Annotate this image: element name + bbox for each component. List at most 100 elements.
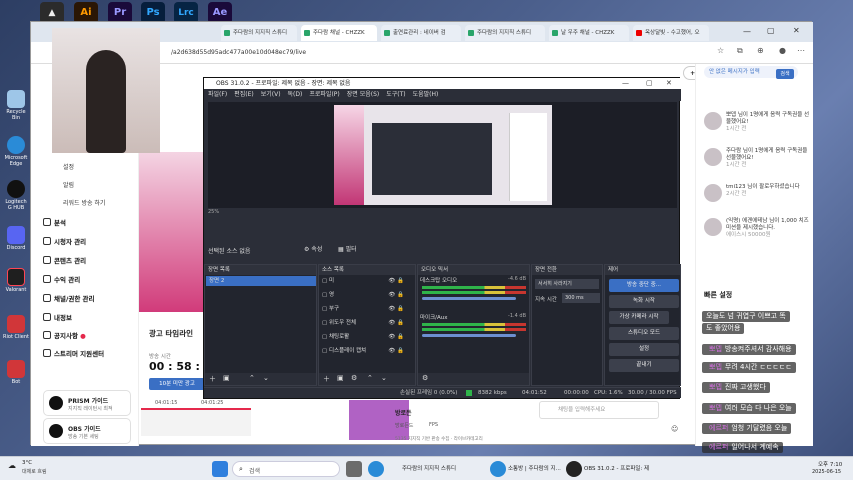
start-icon[interactable] <box>212 461 228 477</box>
menu-help[interactable]: 도움말(H) <box>413 91 439 98</box>
preview-zoom[interactable]: 25% <box>208 209 219 215</box>
menu-my-info[interactable]: 내정보 <box>43 312 72 322</box>
desktop-icon-valorant[interactable]: Valorant <box>3 268 29 293</box>
tab-channel[interactable]: 주다람 채널 - CHZZK <box>301 25 377 41</box>
add-scene-icon[interactable]: ＋ <box>209 374 216 384</box>
desktop-icon-recycle[interactable]: Recycle Bin <box>3 90 29 121</box>
menu-docks[interactable]: 독(D) <box>288 91 303 98</box>
desktop-icon-ghub[interactable]: Logitech G HUB <box>3 180 29 211</box>
scenes-toolbar: ＋ ▣ ⌃ ⌄ <box>205 373 316 385</box>
submenu-reward[interactable]: 리워드 방송 하기 <box>63 198 105 207</box>
emoji-icon[interactable]: ☺ <box>671 425 678 433</box>
profile-icon[interactable]: ● <box>779 46 786 55</box>
search-box[interactable]: ⌕ 검색 <box>232 461 340 477</box>
ad-timeline-track <box>141 408 251 436</box>
tab-naver[interactable]: 출연료관리 : 네이버 검 <box>381 25 461 41</box>
url-field[interactable]: /a2d638d55d95adc477a00e10d048ec79/live <box>171 46 691 60</box>
edge-icon[interactable] <box>368 461 384 477</box>
obs-close[interactable]: ✕ <box>666 79 672 87</box>
obs-preview[interactable] <box>208 102 677 208</box>
extensions-icon[interactable]: ⧉ <box>737 46 743 56</box>
menu-content[interactable]: 콘텐츠 관리 <box>43 255 86 265</box>
weather-icon[interactable]: ☁ <box>8 461 16 470</box>
source-item[interactable]: ▢ 위도우 전체 👁 🔒 <box>322 319 404 328</box>
taskbar-item[interactable]: 소통방 | 주다람의 지... <box>508 464 561 472</box>
properties-button[interactable]: ⚙ 속성 <box>304 244 322 253</box>
source-item[interactable]: ▢ 부구 👁 🔒 <box>322 305 404 314</box>
transitions-dock: 장면 전환 서서히 사라지기 지속 시간 300 ms <box>531 264 603 386</box>
menu-tools[interactable]: 도구(T) <box>386 91 405 98</box>
logitech-icon <box>7 180 25 198</box>
scene-item[interactable]: 장면 2 <box>206 276 316 286</box>
edge-icon[interactable] <box>490 461 506 477</box>
obs-minimize[interactable]: — <box>622 79 629 87</box>
tab-studio[interactable]: 주다람의 지지직 스튜디 <box>221 25 297 41</box>
menu-viewers[interactable]: 시청자 관리 <box>43 236 86 246</box>
prism-guide-card[interactable]: PRISM 가이드 지지직 레이턴시 최적 <box>43 390 131 416</box>
menu-edit[interactable]: 편집(E) <box>234 91 254 98</box>
submenu-alerts[interactable]: 알림 <box>63 180 74 189</box>
menu-permissions[interactable]: 채널/권한 관리 <box>43 293 95 303</box>
category-chip[interactable]: FPS <box>429 422 438 428</box>
minimize-button[interactable]: — <box>743 27 751 36</box>
taskbar-item[interactable]: OBS 31.0.2 - 프로파일: 제 <box>584 464 649 472</box>
settings-button[interactable]: 설정 <box>609 343 679 356</box>
obs-icon[interactable] <box>566 461 582 477</box>
menu-file[interactable]: 파일(F) <box>208 91 227 98</box>
gear-icon[interactable]: ⚙ <box>422 374 428 382</box>
virtual-camera-button[interactable]: 가상 카메라 시작 <box>609 311 669 324</box>
tab-youtube[interactable]: 옥상달빛 - 수고했어, 오 <box>633 25 709 41</box>
source-item[interactable]: ▢ 채팅로활 👁 🔒 <box>322 333 404 342</box>
tab-channel-2[interactable]: 날 우주 채널 - CHZZK <box>549 25 629 41</box>
desktop-icon-riot[interactable]: Riot Client <box>3 315 29 340</box>
source-item[interactable]: ▢ 디스플레이 캡쳐 👁 🔒 <box>322 347 404 356</box>
volume-slider[interactable] <box>422 334 516 337</box>
close-button[interactable]: ✕ <box>793 26 800 35</box>
task-view-icon[interactable] <box>346 461 362 477</box>
source-item[interactable]: ▢ 미 👁 🔒 <box>322 277 404 286</box>
my-info-icon <box>43 313 51 321</box>
desktop-icon-bot[interactable]: Bot <box>3 360 29 385</box>
start-recording-button[interactable]: 녹화 시작 <box>609 295 679 308</box>
collections-icon[interactable]: ⊕ <box>757 46 764 55</box>
menu-scene-collection[interactable]: 장면 모음(S) <box>347 91 379 98</box>
tab-studio-2[interactable]: 주다람의 지지직 스튜디 <box>465 25 545 41</box>
menu-revenue[interactable]: 수익 관리 <box>43 274 80 284</box>
overlay-chat-line: 뽀뎁 진짜 고생했다 <box>702 382 770 393</box>
source-item[interactable]: ▢ 영 👁 🔒 <box>322 291 404 300</box>
move-up-icon[interactable]: ⌃ <box>367 374 373 382</box>
gear-icon[interactable]: ⚙ <box>351 374 357 382</box>
taskbar-item[interactable]: 주다람의 지지직 스튜디 <box>402 464 456 472</box>
stop-streaming-button[interactable]: 방송 중단 중... <box>609 279 679 292</box>
transition-select[interactable]: 서서히 사라지기 <box>535 279 599 289</box>
maximize-button[interactable]: ▢ <box>767 26 775 35</box>
move-up-icon[interactable]: ⌃ <box>249 374 255 382</box>
search-button[interactable]: 검색 <box>776 69 794 79</box>
remove-source-icon[interactable]: ▣ <box>337 374 344 382</box>
menu-profile[interactable]: 프로파일(P) <box>309 91 339 98</box>
menu-notices[interactable]: 공지사항 ● <box>43 330 86 340</box>
chat-input[interactable]: 채팅을 입력해주세요 <box>539 401 659 419</box>
add-source-icon[interactable]: ＋ <box>323 374 330 384</box>
submenu-settings[interactable]: 설정 <box>63 162 74 171</box>
desktop-icon-edge[interactable]: Microsoft Edge <box>3 136 29 167</box>
obs-guide-card[interactable]: OBS 가이드 방송 기본 세팅 <box>43 418 131 444</box>
menu-analytics[interactable]: 분석 <box>43 217 66 227</box>
studio-mode-button[interactable]: 스튜디오 모드 <box>609 327 679 340</box>
move-down-icon[interactable]: ⌄ <box>263 374 269 382</box>
category-chip[interactable]: 방로든드 <box>395 422 413 429</box>
volume-slider[interactable] <box>422 297 516 300</box>
exit-button[interactable]: 끝내기 <box>609 359 679 372</box>
menu-support[interactable]: 스트리머 지원센터 <box>43 348 104 358</box>
duration-input[interactable]: 300 ms <box>562 293 600 303</box>
move-down-icon[interactable]: ⌄ <box>381 374 387 382</box>
star-icon[interactable]: ☆ <box>717 46 724 55</box>
ad-button[interactable]: 10분 미만 광고 <box>149 378 205 390</box>
filters-button[interactable]: ▦ 필터 <box>338 244 357 253</box>
remove-scene-icon[interactable]: ▣ <box>223 374 230 382</box>
menu-view[interactable]: 보기(V) <box>261 91 281 98</box>
notification-item: (익명) 에겐에테남 님이 1,000 치즈 미션을 제시했습니다. 에이스시 5… <box>704 218 810 239</box>
desktop-icon-discord[interactable]: Discord <box>3 226 29 251</box>
obs-maximize[interactable]: ▢ <box>646 79 653 87</box>
more-icon[interactable]: ⋯ <box>797 46 805 55</box>
